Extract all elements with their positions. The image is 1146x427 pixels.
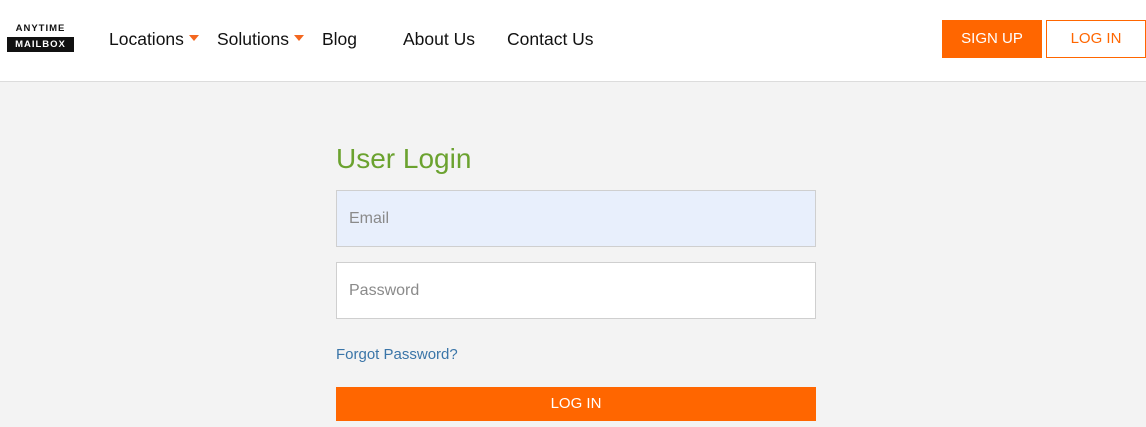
logo-line-2: MAILBOX [7,37,74,52]
email-field[interactable] [336,190,816,247]
sign-up-button[interactable]: SIGN UP [942,20,1042,58]
caret-down-icon [188,35,199,42]
nav-about-us-label: About Us [403,29,475,49]
site-header: ANYTIME MAILBOX Locations Solutions Blog… [0,0,1146,82]
nav-locations-label: Locations [109,29,184,49]
caret-down-icon [294,35,304,42]
forgot-password-link[interactable]: Forgot Password? [336,345,458,364]
page-title: User Login [336,143,472,174]
log-in-submit-button[interactable]: LOG IN [336,387,816,421]
nav-locations[interactable]: Locations [109,28,199,50]
nav-solutions-label: Solutions [217,29,289,49]
password-field[interactable] [336,262,816,319]
nav-contact-us[interactable]: Contact Us [507,28,594,50]
nav-about-us[interactable]: About Us [403,28,475,50]
header-log-in-button[interactable]: LOG IN [1046,20,1146,58]
nav-blog[interactable]: Blog [322,28,357,50]
anytime-mailbox-logo[interactable]: ANYTIME MAILBOX [7,23,74,56]
nav-blog-label: Blog [322,29,358,49]
nav-solutions[interactable]: Solutions [217,28,304,50]
logo-line-1: ANYTIME [15,23,66,34]
nav-contact-us-label: Contact Us [507,29,594,49]
